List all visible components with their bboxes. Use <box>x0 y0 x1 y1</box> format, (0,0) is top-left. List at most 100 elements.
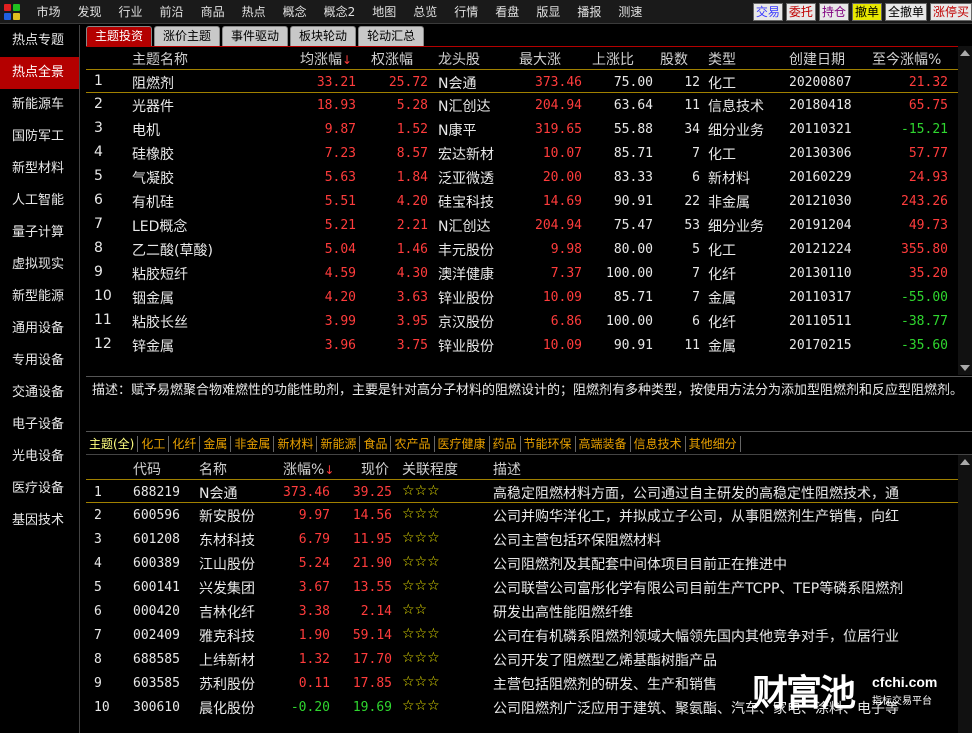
topic-row[interactable]: 1 阻燃剂 33.21 25.72 N会通 373.46 75.00 12 化工 20200807… <box>86 69 958 93</box>
col-stock-count[interactable]: 股数 <box>660 49 688 69</box>
sidebar-item[interactable]: 基因技术 <box>0 505 79 537</box>
tab-4[interactable]: 轮动汇总 <box>358 26 425 46</box>
scroll-down-icon[interactable] <box>960 365 970 371</box>
menu-item[interactable]: 测速 <box>610 0 651 24</box>
sidebar-item[interactable]: 量子计算 <box>0 217 79 249</box>
category-tab[interactable]: 化工 <box>138 435 170 452</box>
topic-row[interactable]: 5 气凝胶 5.63 1.84 泛亚微透 20.00 83.33 6 新材料 20160229 24… <box>86 165 958 189</box>
sidebar-item[interactable]: 专用设备 <box>0 345 79 377</box>
menu-item[interactable]: 总览 <box>405 0 446 24</box>
category-tab[interactable]: 主题(全) <box>86 435 139 452</box>
menu-item[interactable]: 行业 <box>110 0 151 24</box>
category-tab[interactable]: 化纤 <box>169 435 201 452</box>
tab-1[interactable]: 涨价主题 <box>154 26 221 46</box>
stock-row[interactable]: 6 000420 吉林化纤 3.38 2.14 ☆☆ 研发出高性能阻燃纤维 <box>86 599 958 623</box>
trade-button[interactable]: 委托 <box>785 3 816 21</box>
col-up-ratio[interactable]: 上涨比 <box>592 49 634 69</box>
topic-row[interactable]: 2 光器件 18.93 5.28 N汇创达 204.94 63.64 11 信息技术 201804… <box>86 93 958 117</box>
sidebar-item[interactable]: 通用设备 <box>0 313 79 345</box>
col-weighted-change[interactable]: 权涨幅 <box>371 49 413 69</box>
category-tab[interactable]: 非金属 <box>231 435 275 452</box>
sidebar-item[interactable]: 新型材料 <box>0 153 79 185</box>
menu-item[interactable]: 行情 <box>446 0 487 24</box>
menu-item[interactable]: 看盘 <box>487 0 528 24</box>
sidebar-item[interactable]: 热点专题 <box>0 25 79 57</box>
topic-row[interactable]: 10 铟金属 4.20 3.63 锌业股份 10.09 85.71 7 金属 20110317 -5… <box>86 285 958 309</box>
scroll-up-icon[interactable] <box>960 50 970 56</box>
col-leader-stock[interactable]: 龙头股 <box>438 49 480 69</box>
menu-item[interactable]: 发现 <box>69 0 110 24</box>
stock-row[interactable]: 5 600141 兴发集团 3.67 13.55 ☆☆☆ 公司联营公司富彤化学有限公司目前生… <box>86 575 958 599</box>
menu-item[interactable]: 商品 <box>192 0 233 24</box>
col-relevance[interactable]: 关联程度 <box>402 459 458 479</box>
topic-row[interactable]: 12 锌金属 3.96 3.75 锌业股份 10.09 90.91 11 金属 20170215 -… <box>86 333 958 357</box>
category-tab[interactable]: 信息技术 <box>631 435 686 452</box>
col-topic-name[interactable]: 主题名称 <box>132 49 188 69</box>
category-tab[interactable]: 食品 <box>360 435 392 452</box>
category-tab[interactable]: 农产品 <box>391 435 435 452</box>
menu-item[interactable]: 版显 <box>528 0 569 24</box>
sidebar-item[interactable]: 虚拟现实 <box>0 249 79 281</box>
menu-item[interactable]: 播报 <box>569 0 610 24</box>
trade-button[interactable]: 交易 <box>752 3 783 21</box>
menu-item[interactable]: 概念 <box>274 0 315 24</box>
stock-row[interactable]: 1 688219 N会通 373.46 39.25 ☆☆☆ 高稳定阻燃材料方面，公司通过自主… <box>86 479 958 503</box>
category-tab[interactable]: 金属 <box>200 435 232 452</box>
col-code[interactable]: 代码 <box>133 459 161 479</box>
col-description[interactable]: 描述 <box>493 459 521 479</box>
topic-row[interactable]: 6 有机硅 5.51 4.20 硅宝科技 14.69 90.91 22 非金属 20121030 2… <box>86 189 958 213</box>
trade-button[interactable]: 全撤单 <box>884 3 927 21</box>
sidebar-item[interactable]: 新型能源 <box>0 281 79 313</box>
sidebar-item[interactable]: 热点全景 <box>0 57 79 89</box>
sidebar-item[interactable]: 电子设备 <box>0 409 79 441</box>
menu-item[interactable]: 概念2 <box>315 0 364 24</box>
category-tab[interactable]: 医疗健康 <box>435 435 490 452</box>
category-tab[interactable]: 节能环保 <box>521 435 576 452</box>
category-tab[interactable]: 高端装备 <box>576 435 631 452</box>
menu-item[interactable]: 地图 <box>364 0 405 24</box>
topic-row[interactable]: 11 粘胶长丝 3.99 3.95 京汉股份 6.86 100.00 6 化纤 20110511 -… <box>86 309 958 333</box>
col-cumulative-change[interactable]: 至今涨幅% <box>872 49 941 69</box>
topic-row[interactable]: 7 LED概念 5.21 2.21 N汇创达 204.94 75.47 53 细分业务 20191… <box>86 213 958 237</box>
tab-3[interactable]: 板块轮动 <box>290 26 357 46</box>
col-create-date[interactable]: 创建日期 <box>789 49 845 69</box>
col-price[interactable]: 现价 <box>361 459 389 479</box>
category-tab[interactable]: 新能源 <box>317 435 361 452</box>
sidebar-item[interactable]: 国防军工 <box>0 121 79 153</box>
tab-2[interactable]: 事件驱动 <box>222 26 289 46</box>
stock-row[interactable]: 2 600596 新安股份 9.97 14.56 ☆☆☆ 公司并购华洋化工，并拟成立子公司，… <box>86 503 958 527</box>
topic-row[interactable]: 9 粘胶短纤 4.59 4.30 澳洋健康 7.37 100.00 7 化纤 20130110 35… <box>86 261 958 285</box>
category-tab[interactable]: 其他细分 <box>686 435 741 452</box>
sidebar-item[interactable]: 交通设备 <box>0 377 79 409</box>
category-tab[interactable]: 新材料 <box>274 435 318 452</box>
col-change-pct[interactable]: 涨幅%↓ <box>283 459 334 479</box>
menu-item[interactable]: 市场 <box>28 0 69 24</box>
stock-scrollbar[interactable] <box>958 455 972 733</box>
tab-0[interactable]: 主题投资 <box>86 26 153 46</box>
stock-row[interactable]: 3 601208 东材科技 6.79 11.95 ☆☆☆ 公司主营包括环保阻燃材料 <box>86 527 958 551</box>
topic-row[interactable]: 8 乙二酸(草酸) 5.04 1.46 丰元股份 9.98 80.00 5 化工 20121224… <box>86 237 958 261</box>
sidebar-item[interactable]: 新能源车 <box>0 89 79 121</box>
topic-scrollbar[interactable] <box>958 46 972 375</box>
trade-button[interactable]: 撤单 <box>851 3 882 21</box>
topic-avg: 5.63 <box>324 170 356 185</box>
sidebar-item[interactable]: 人工智能 <box>0 185 79 217</box>
menu-item[interactable]: 热点 <box>233 0 274 24</box>
sidebar-item[interactable]: 光电设备 <box>0 441 79 473</box>
stock-row[interactable]: 7 002409 雅克科技 1.90 59.14 ☆☆☆ 公司在有机磷系阻燃剂领域大幅领先国… <box>86 623 958 647</box>
col-max-change[interactable]: 最大涨 <box>519 49 561 69</box>
trade-button[interactable]: 持仓 <box>818 3 849 21</box>
category-tab[interactable]: 药品 <box>490 435 521 452</box>
topic-row[interactable]: 3 电机 9.87 1.52 N康平 319.65 55.88 34 细分业务 20110321 -… <box>86 117 958 141</box>
menu-item[interactable]: 前沿 <box>151 0 192 24</box>
trade-button[interactable]: 涨停买 <box>929 3 972 21</box>
topic-row[interactable]: 4 硅橡胶 7.23 8.57 宏达新材 10.07 85.71 7 化工 20130306 57.… <box>86 141 958 165</box>
col-name[interactable]: 名称 <box>199 459 227 479</box>
topic-name: 硅橡胶 <box>132 147 174 163</box>
scroll-up-icon[interactable] <box>960 459 970 465</box>
app-logo-icon[interactable] <box>4 4 20 20</box>
col-avg-change[interactable]: 均涨幅↓ <box>300 49 352 69</box>
sidebar-item[interactable]: 医疗设备 <box>0 473 79 505</box>
col-type[interactable]: 类型 <box>708 49 736 69</box>
stock-row[interactable]: 4 600389 江山股份 5.24 21.90 ☆☆☆ 公司阻燃剂及其配套中间体项目目前正… <box>86 551 958 575</box>
